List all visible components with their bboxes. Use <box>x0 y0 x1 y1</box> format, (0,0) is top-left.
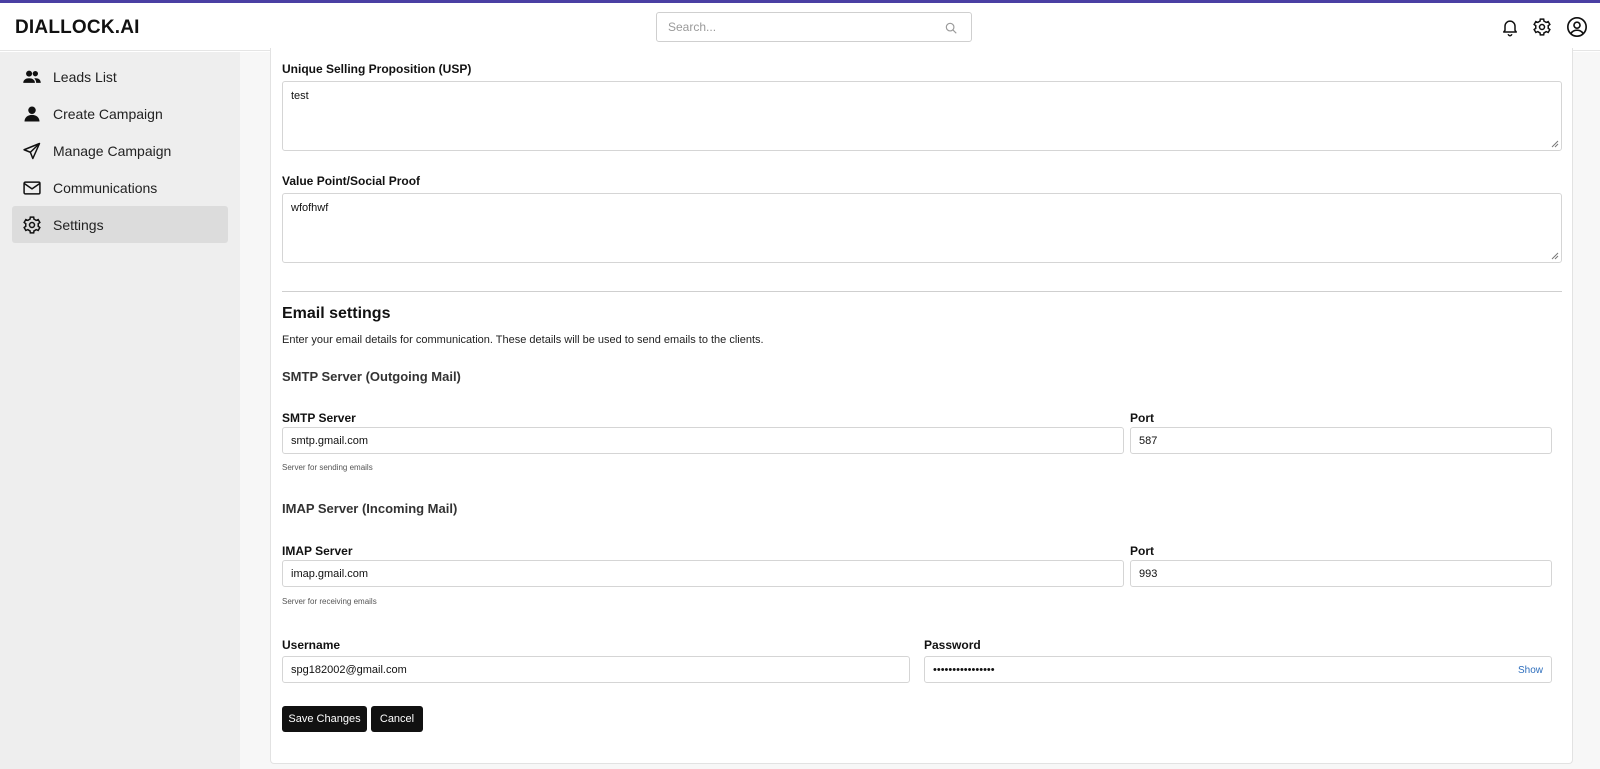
save-changes-button[interactable]: Save Changes <box>282 706 367 732</box>
top-header: DIALLOCK.AI <box>0 3 1600 51</box>
users-icon <box>22 67 42 87</box>
app-logo: DIALLOCK.AI <box>15 17 140 38</box>
settings-card: Unique Selling Proposition (USP) test Va… <box>270 48 1573 764</box>
sidebar-item-label: Create Campaign <box>53 105 163 122</box>
password-label: Password <box>924 638 981 652</box>
usp-textarea[interactable]: test <box>282 81 1562 151</box>
section-divider <box>282 291 1562 292</box>
sidebar-item-label: Communications <box>53 179 158 196</box>
imap-server-input[interactable] <box>282 560 1124 587</box>
search-input[interactable] <box>656 12 972 42</box>
search-icon[interactable] <box>944 21 958 35</box>
cancel-button[interactable]: Cancel <box>371 706 423 732</box>
sidebar-item-settings[interactable]: Settings <box>12 206 228 243</box>
imap-server-label: IMAP Server <box>282 544 353 558</box>
password-input[interactable] <box>924 656 1552 683</box>
smtp-heading: SMTP Server (Outgoing Mail) <box>282 369 461 384</box>
imap-hint: Server for receiving emails <box>282 597 377 606</box>
sidebar-item-leads-list[interactable]: Leads List <box>12 58 228 95</box>
email-settings-description: Enter your email details for communicati… <box>282 334 764 346</box>
value-point-label: Value Point/Social Proof <box>282 174 421 188</box>
value-point-textarea[interactable]: wfofhwf <box>282 193 1562 263</box>
username-input[interactable] <box>282 656 910 683</box>
imap-port-label: Port <box>1130 544 1154 558</box>
user-circle-icon[interactable] <box>1566 16 1588 38</box>
smtp-port-label: Port <box>1130 411 1154 425</box>
main-content: Unique Selling Proposition (USP) test Va… <box>240 48 1600 769</box>
bell-icon[interactable] <box>1500 17 1520 37</box>
sidebar: Leads List Create Campaign Manage Campai… <box>0 52 240 769</box>
user-icon <box>22 104 42 124</box>
resize-grip-icon[interactable] <box>1551 140 1559 148</box>
resize-grip-icon[interactable] <box>1551 252 1559 260</box>
smtp-server-input[interactable] <box>282 427 1124 454</box>
show-password-link[interactable]: Show <box>1518 665 1543 676</box>
gear-icon[interactable] <box>1532 17 1552 37</box>
sidebar-item-label: Manage Campaign <box>53 142 172 159</box>
username-label: Username <box>282 638 341 652</box>
mail-icon <box>22 178 42 198</box>
gear-icon <box>22 215 42 235</box>
usp-label: Unique Selling Proposition (USP) <box>282 62 472 76</box>
smtp-server-label: SMTP Server <box>282 411 356 425</box>
sidebar-item-label: Leads List <box>53 68 117 85</box>
imap-heading: IMAP Server (Incoming Mail) <box>282 501 458 516</box>
imap-port-input[interactable] <box>1130 560 1552 587</box>
smtp-hint: Server for sending emails <box>282 463 373 472</box>
sidebar-item-communications[interactable]: Communications <box>12 169 228 206</box>
send-icon <box>22 141 42 161</box>
sidebar-item-label: Settings <box>53 216 104 233</box>
smtp-port-input[interactable] <box>1130 427 1552 454</box>
email-settings-title: Email settings <box>282 305 391 322</box>
sidebar-item-manage-campaign[interactable]: Manage Campaign <box>12 132 228 169</box>
sidebar-item-create-campaign[interactable]: Create Campaign <box>12 95 228 132</box>
